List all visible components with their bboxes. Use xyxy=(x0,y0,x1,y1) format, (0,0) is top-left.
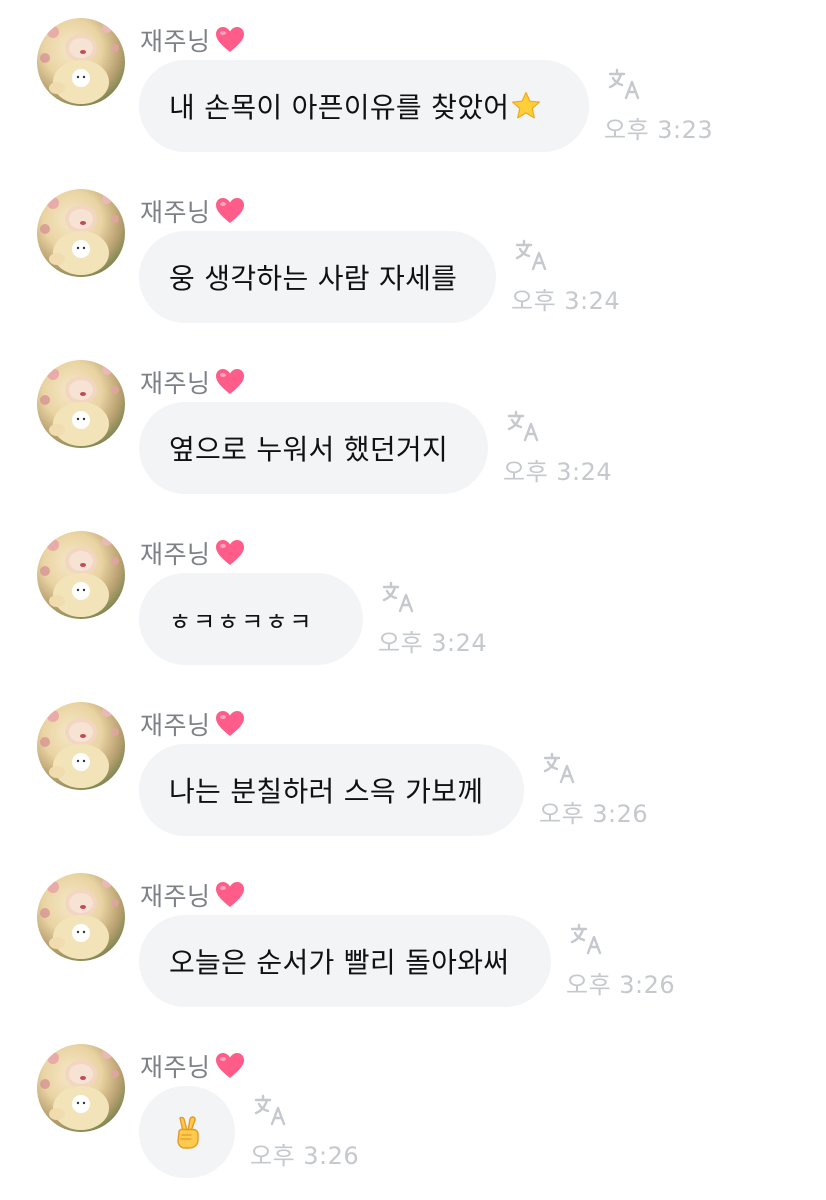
avatar[interactable] xyxy=(37,18,125,106)
timestamp: 오후 3:24 xyxy=(511,287,621,315)
baby-photo-icon xyxy=(40,1049,119,1130)
heart-icon xyxy=(215,882,244,907)
sender-name: 재주닝 xyxy=(140,1053,211,1082)
avatar[interactable] xyxy=(37,360,125,448)
baby-photo-icon xyxy=(40,536,119,617)
star-icon xyxy=(511,91,541,121)
message-item: 재주닝 ㅎㅋㅎㅋㅎㅋ 오후 3:24 xyxy=(0,531,826,681)
sender: 재주닝 xyxy=(140,535,245,571)
translate-icon[interactable] xyxy=(515,239,549,271)
message-item: 재주닝 오늘은 순서가 빨리 돌아와써 오후 3:26 xyxy=(0,873,826,1023)
sender-name: 재주닝 xyxy=(140,882,211,911)
timestamp: 오후 3:24 xyxy=(378,629,488,657)
message-text: ㅎㅋㅎㅋㅎㅋ xyxy=(169,607,314,636)
message-item: 재주닝 오후 3:26 xyxy=(0,1044,826,1194)
sender-name: 재주닝 xyxy=(140,711,211,740)
heart-icon xyxy=(215,198,244,223)
heart-icon xyxy=(215,369,244,394)
message-item: 재주닝 웅 생각하는 사람 자세를 오후 3:24 xyxy=(0,189,826,339)
message-text: 내 손목이 아픈이유를 찾았어 xyxy=(169,91,510,124)
translate-icon[interactable] xyxy=(507,410,541,442)
sender: 재주닝 xyxy=(140,706,245,742)
translate-icon[interactable] xyxy=(570,923,604,955)
sender-name: 재주닝 xyxy=(140,369,211,398)
timestamp: 오후 3:26 xyxy=(566,971,676,999)
sender-name: 재주닝 xyxy=(140,27,211,56)
avatar[interactable] xyxy=(37,1044,125,1132)
message-item: 재주닝 나는 분칠하러 스윽 가보께 오후 3:26 xyxy=(0,702,826,852)
avatar[interactable] xyxy=(37,531,125,619)
baby-photo-icon xyxy=(40,194,119,275)
message-text: 나는 분칠하러 스윽 가보께 xyxy=(169,775,484,808)
sender-name: 재주닝 xyxy=(140,540,211,569)
message-bubble[interactable]: 옆으로 누워서 했던거지 xyxy=(139,402,488,494)
sender-name: 재주닝 xyxy=(140,198,211,227)
translate-icon[interactable] xyxy=(382,581,416,613)
avatar[interactable] xyxy=(37,189,125,277)
message-text: 옆으로 누워서 했던거지 xyxy=(169,433,449,466)
message-bubble[interactable]: 오늘은 순서가 빨리 돌아와써 xyxy=(139,915,551,1007)
heart-icon xyxy=(215,1053,244,1078)
baby-photo-icon xyxy=(40,23,119,104)
avatar[interactable] xyxy=(37,702,125,790)
message-bubble[interactable]: 웅 생각하는 사람 자세를 xyxy=(139,231,496,323)
message-bubble[interactable]: 내 손목이 아픈이유를 찾았어 xyxy=(139,60,589,152)
heart-icon xyxy=(215,711,244,736)
message-bubble[interactable] xyxy=(139,1086,235,1178)
heart-icon xyxy=(215,540,244,565)
baby-photo-icon xyxy=(40,365,119,446)
message-text: 웅 생각하는 사람 자세를 xyxy=(169,262,458,295)
timestamp: 오후 3:24 xyxy=(503,458,613,486)
message-bubble[interactable]: 나는 분칠하러 스윽 가보께 xyxy=(139,744,524,836)
timestamp: 오후 3:26 xyxy=(539,800,649,828)
sender: 재주닝 xyxy=(140,22,245,58)
sender: 재주닝 xyxy=(140,877,245,913)
timestamp: 오후 3:23 xyxy=(604,116,714,144)
message-text: 오늘은 순서가 빨리 돌아와써 xyxy=(169,946,510,979)
translate-icon[interactable] xyxy=(543,752,577,784)
message-item: 재주닝 옆으로 누워서 했던거지 오후 3:24 xyxy=(0,360,826,510)
avatar[interactable] xyxy=(37,873,125,961)
timestamp: 오후 3:26 xyxy=(250,1142,360,1170)
translate-icon[interactable] xyxy=(254,1094,288,1126)
message-bubble[interactable]: ㅎㅋㅎㅋㅎㅋ xyxy=(139,573,363,665)
sender: 재주닝 xyxy=(140,193,245,229)
baby-photo-icon xyxy=(40,707,119,788)
translate-icon[interactable] xyxy=(608,68,642,100)
baby-photo-icon xyxy=(40,878,119,959)
victory-hand-icon xyxy=(171,1114,205,1150)
sender: 재주닝 xyxy=(140,1048,245,1084)
heart-icon xyxy=(215,27,244,52)
sender: 재주닝 xyxy=(140,364,245,400)
message-item: 재주닝 내 손목이 아픈이유를 찾았어 오후 3:23 xyxy=(0,18,826,168)
